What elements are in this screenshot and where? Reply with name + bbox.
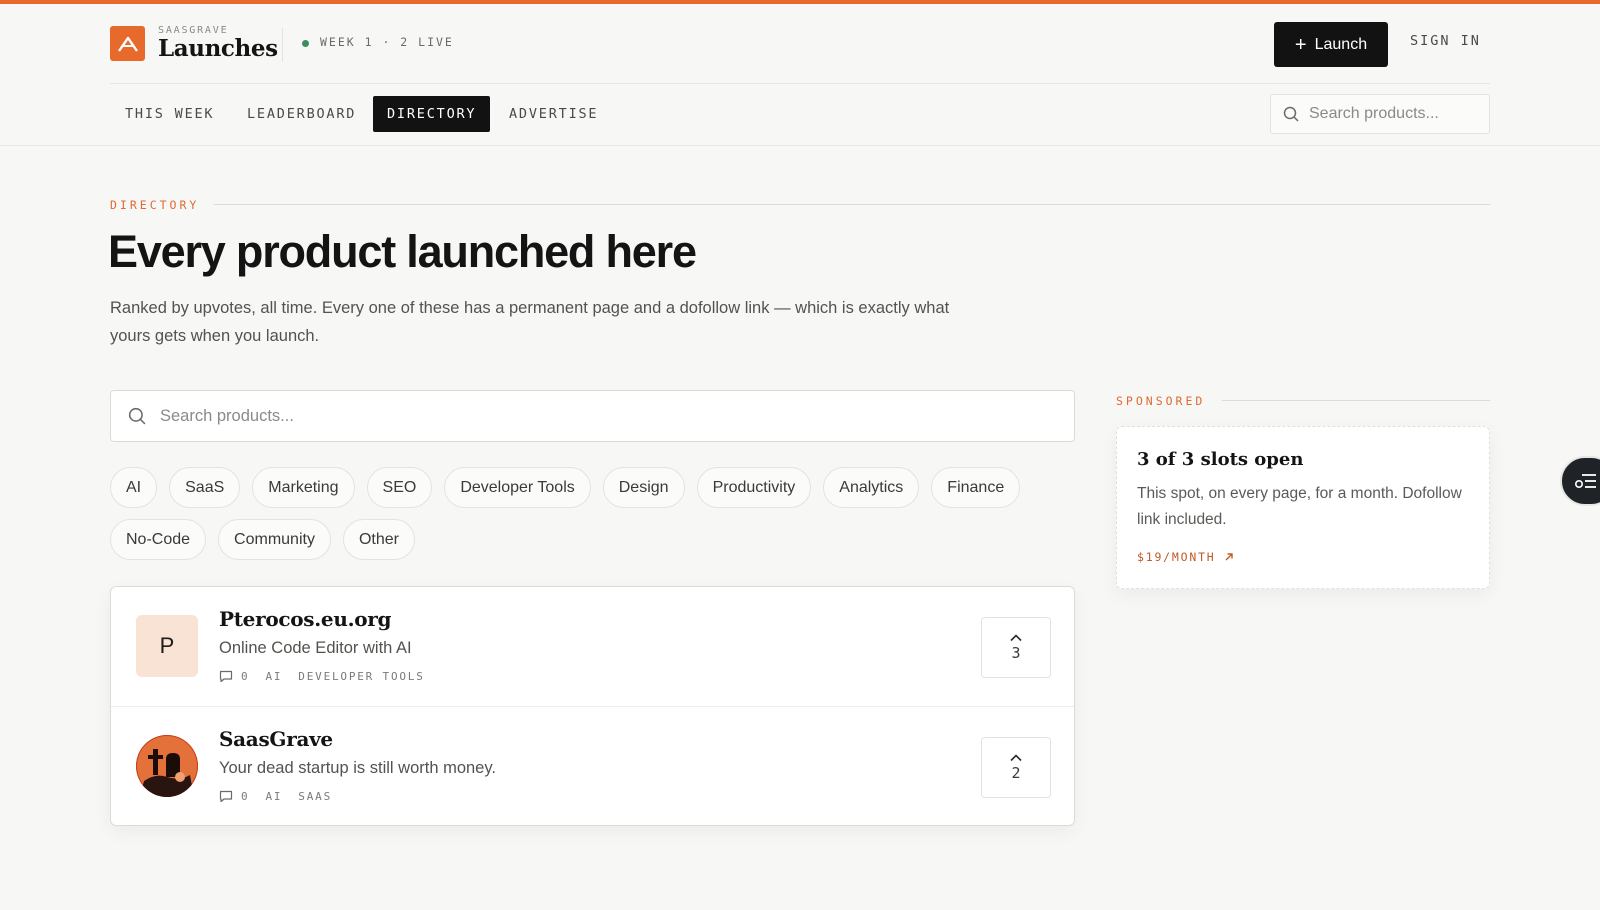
sponsored-price: $19/MONTH xyxy=(1137,550,1216,564)
upvote-button[interactable]: 2 xyxy=(981,737,1051,798)
brand-title[interactable]: Launches xyxy=(158,35,278,62)
upvote-count: 3 xyxy=(1011,644,1021,662)
product-meta: 0 AI DEVELOPER TOOLS xyxy=(219,670,425,683)
product-category[interactable]: AI xyxy=(265,790,282,803)
chevron-up-icon xyxy=(1010,754,1022,762)
product-name[interactable]: Pterocos.eu.org xyxy=(219,607,392,631)
toggle-list-icon xyxy=(1574,474,1596,489)
plus-icon: + xyxy=(1294,33,1307,56)
category-chip[interactable]: Finance xyxy=(931,467,1021,508)
product-name[interactable]: SaasGrave xyxy=(219,727,333,751)
category-chip[interactable]: SaaS xyxy=(169,467,241,508)
category-chip[interactable]: Design xyxy=(602,467,685,508)
sponsored-title: 3 of 3 slots open xyxy=(1137,449,1304,470)
launch-button[interactable]: + Launch xyxy=(1274,22,1388,67)
category-chip[interactable]: Community xyxy=(218,519,331,560)
page-title: Every product launched here xyxy=(108,226,697,277)
product-category[interactable]: DEVELOPER TOOLS xyxy=(298,670,424,683)
sponsored-body: This spot, on every page, for a month. D… xyxy=(1137,485,1462,528)
search-icon xyxy=(1283,106,1299,122)
upvote-count: 2 xyxy=(1011,764,1021,782)
category-chip[interactable]: SEO xyxy=(366,467,433,508)
sponsored-eyebrow: SPONSORED xyxy=(1116,394,1206,408)
chevron-up-icon xyxy=(1010,634,1022,642)
section-eyebrow: DIRECTORY xyxy=(110,198,200,212)
product-list: P Pterocos.eu.org Online Code Editor wit… xyxy=(110,586,1075,826)
tombstone-logo-icon xyxy=(136,735,198,797)
tab-directory[interactable]: DIRECTORY xyxy=(373,96,491,132)
nav-search-placeholder: Search products... xyxy=(1309,105,1439,122)
category-chip[interactable]: Marketing xyxy=(252,467,355,508)
comment-icon xyxy=(219,670,233,683)
upvote-button[interactable]: 3 xyxy=(981,617,1051,678)
product-category[interactable]: AI xyxy=(265,670,282,683)
category-chip[interactable]: No-Code xyxy=(110,519,207,560)
product-tagline: Online Code Editor with AI xyxy=(219,639,412,657)
category-chip[interactable]: Other xyxy=(342,519,415,560)
page-description: Ranked by upvotes, all time. Every one o… xyxy=(110,299,950,345)
product-category[interactable]: SAAS xyxy=(298,790,332,803)
nav-bar: THIS WEEK LEADERBOARD DIRECTORY ADVERTIS… xyxy=(0,84,1600,146)
nav-search-input[interactable]: Search products... xyxy=(1270,94,1490,134)
product-avatar: P xyxy=(136,615,198,677)
live-dot-icon xyxy=(302,40,309,47)
sponsored-divider xyxy=(1222,400,1490,401)
directory-search-input[interactable]: Search products... xyxy=(110,390,1075,442)
header-divider xyxy=(282,28,283,62)
arrow-up-right-icon xyxy=(1225,553,1233,561)
comment-icon xyxy=(219,790,233,803)
product-row[interactable]: SaasGrave Your dead startup is still wor… xyxy=(111,707,1074,825)
category-chip[interactable]: Productivity xyxy=(696,467,812,508)
eyebrow-divider xyxy=(214,204,1490,205)
comment-count: 0 xyxy=(241,790,250,803)
site-header: SAASGRAVE Launches WEEK 1 · 2 LIVE + Lau… xyxy=(110,4,1490,84)
category-chip[interactable]: Developer Tools xyxy=(444,467,591,508)
product-tagline: Your dead startup is still worth money. xyxy=(219,759,496,777)
directory-search-placeholder: Search products... xyxy=(160,406,294,425)
comment-count: 0 xyxy=(241,670,250,683)
sponsored-card[interactable]: 3 of 3 slots open This spot, on every pa… xyxy=(1116,426,1490,589)
tab-advertise[interactable]: ADVERTISE xyxy=(495,96,612,132)
category-chip[interactable]: AI xyxy=(110,467,158,508)
product-meta: 0 AI SAAS xyxy=(219,790,332,803)
floating-menu-button[interactable] xyxy=(1560,456,1600,506)
tab-leaderboard[interactable]: LEADERBOARD xyxy=(233,96,370,132)
live-status: WEEK 1 · 2 LIVE xyxy=(320,35,454,49)
product-row[interactable]: P Pterocos.eu.org Online Code Editor wit… xyxy=(111,587,1074,707)
category-filters: AI SaaS Marketing SEO Developer Tools De… xyxy=(110,467,1080,560)
search-icon xyxy=(128,407,146,425)
launch-button-label: Launch xyxy=(1314,35,1368,53)
sponsored-price-link[interactable]: $19/MONTH xyxy=(1137,550,1234,564)
tab-this-week[interactable]: THIS WEEK xyxy=(111,96,228,132)
logo-icon[interactable] xyxy=(110,26,145,61)
sign-in-link[interactable]: SIGN IN xyxy=(1410,33,1481,49)
category-chip[interactable]: Analytics xyxy=(823,467,920,508)
